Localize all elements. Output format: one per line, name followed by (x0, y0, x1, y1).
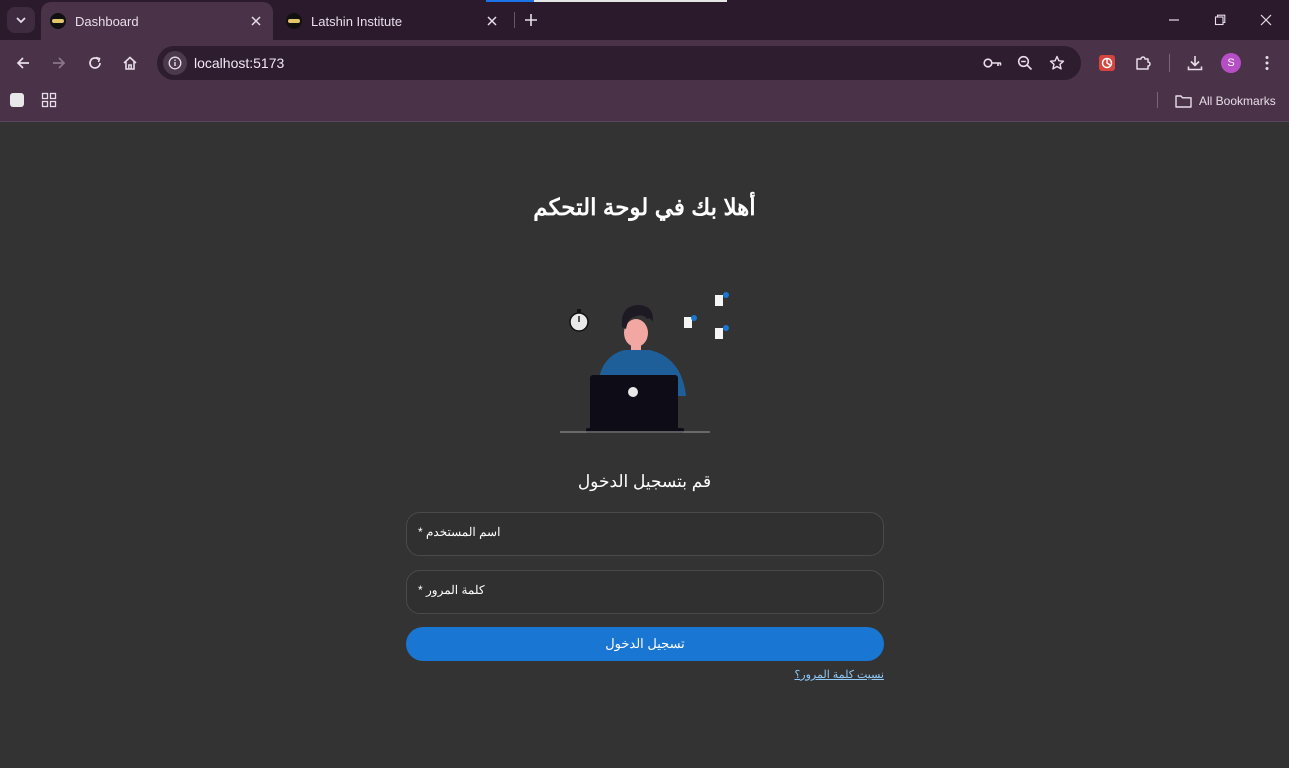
password-field[interactable]: كلمة المرور * (406, 570, 884, 614)
home-icon (123, 56, 137, 70)
extension-logo-icon (1099, 55, 1115, 71)
profile-avatar[interactable]: S (1221, 53, 1241, 73)
restore-icon (1214, 14, 1226, 26)
folder-icon (1175, 95, 1192, 108)
tab-title: Dashboard (75, 13, 139, 29)
chevron-down-icon (16, 17, 26, 24)
login-page: أهلا بك في لوحة التحكم قم بتسجيل الدخول … (0, 122, 1289, 768)
tab-close-button[interactable] (483, 12, 501, 30)
home-button[interactable] (117, 51, 143, 75)
all-bookmarks-button[interactable]: All Bookmarks (1175, 91, 1276, 111)
reload-icon (89, 56, 101, 69)
password-key-button[interactable] (982, 53, 1004, 73)
loading-indicator (486, 0, 727, 2)
bookmark-star-button[interactable] (1046, 53, 1068, 73)
minimize-button[interactable] (1160, 8, 1188, 32)
person-at-laptop-illustration (560, 292, 729, 433)
all-bookmarks-label: All Bookmarks (1199, 94, 1276, 108)
download-icon (1187, 56, 1203, 71)
apps-grid-button[interactable] (41, 92, 57, 108)
back-button[interactable] (10, 51, 36, 75)
zoom-out-icon (1017, 55, 1033, 71)
info-icon (168, 56, 182, 70)
reload-button[interactable] (82, 51, 108, 75)
address-url: localhost:5173 (194, 55, 285, 71)
site-favicon-icon (286, 13, 302, 29)
plus-icon (525, 14, 537, 26)
zoom-button[interactable] (1014, 53, 1036, 73)
key-icon (983, 58, 1002, 68)
tab-latshin-institute[interactable]: Latshin Institute (277, 2, 509, 40)
forgot-password-link[interactable]: نسيت كلمة المرور؟ (794, 668, 884, 681)
tab-divider (514, 12, 515, 28)
address-bar[interactable]: localhost:5173 (157, 46, 1081, 80)
close-window-button[interactable] (1252, 8, 1280, 32)
arrow-right-icon (53, 57, 66, 69)
tab-close-button[interactable] (247, 12, 265, 30)
extension-button[interactable] (1094, 51, 1120, 75)
arrow-left-icon (16, 57, 29, 69)
login-subtitle: قم بتسجيل الدخول (577, 472, 712, 491)
close-icon (487, 16, 497, 26)
downloads-button[interactable] (1182, 51, 1208, 75)
bookmarks-bar: All Bookmarks (0, 86, 1289, 122)
tab-title: Latshin Institute (311, 13, 403, 29)
browser-toolbar: localhost:5173 S (0, 40, 1289, 86)
username-field[interactable]: اسم المستخدم * (406, 512, 884, 556)
restore-button[interactable] (1206, 8, 1234, 32)
forward-button[interactable] (46, 51, 72, 75)
welcome-title: أهلا بك في لوحة التحكم (533, 194, 756, 220)
new-tab-button[interactable] (521, 10, 541, 30)
star-icon (1049, 55, 1065, 70)
tab-strip: Dashboard Latshin Institute (0, 0, 1289, 40)
browser-menu-button[interactable] (1254, 51, 1280, 75)
minimize-icon (1169, 19, 1179, 21)
bookmark-app-icon[interactable] (10, 93, 24, 107)
grid-icon (41, 92, 57, 108)
password-input[interactable] (407, 571, 883, 613)
close-icon (1260, 14, 1272, 26)
site-info-button[interactable] (163, 51, 187, 75)
tab-dashboard[interactable]: Dashboard (41, 2, 273, 40)
puzzle-icon (1136, 56, 1151, 70)
username-input[interactable] (407, 513, 883, 555)
site-favicon-icon (50, 13, 66, 29)
login-button[interactable]: تسجيل الدخول (406, 627, 884, 661)
close-icon (251, 16, 261, 26)
extensions-menu-button[interactable] (1130, 51, 1156, 75)
bookmarks-divider (1157, 92, 1158, 108)
more-vertical-icon (1265, 56, 1269, 70)
toolbar-divider (1169, 54, 1170, 72)
tab-search-button[interactable] (7, 7, 35, 33)
